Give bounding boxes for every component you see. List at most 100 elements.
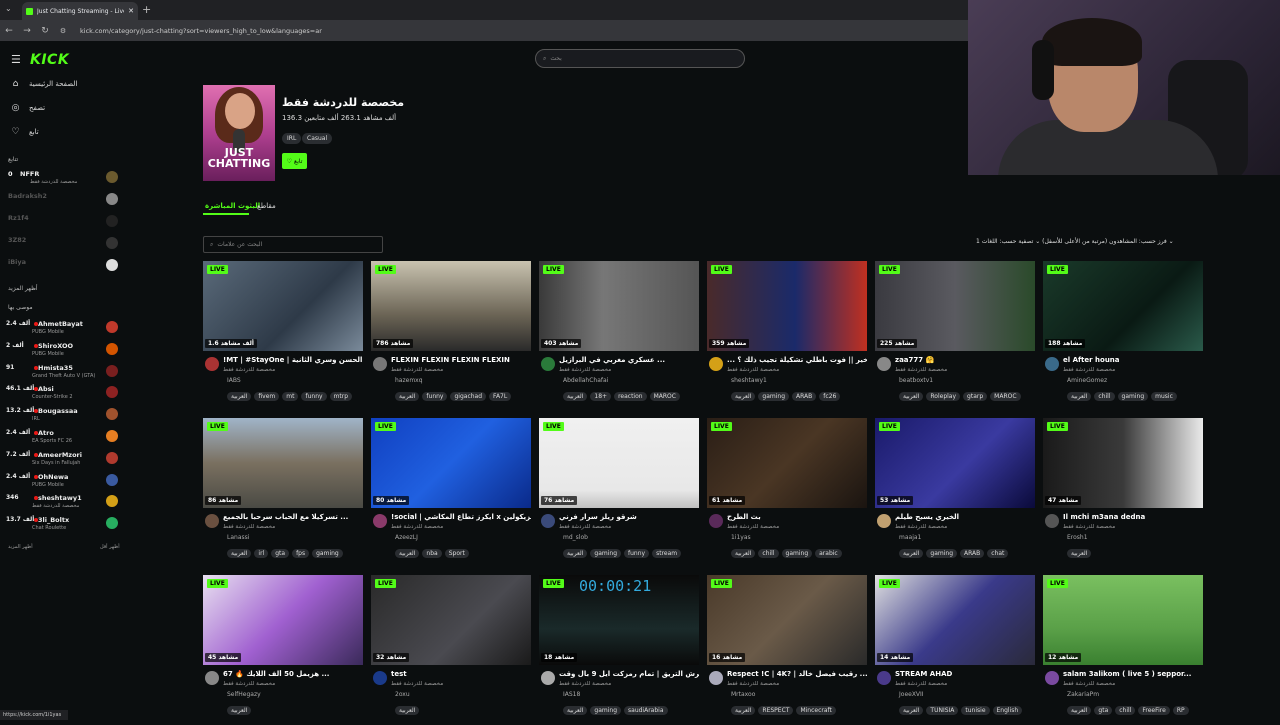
stream-category[interactable]: مخصصة للدردشة فقط (727, 367, 779, 373)
stream-thumbnail[interactable]: LIVE 80 مشاهد (371, 418, 531, 508)
stream-card[interactable]: LIVE 786 مشاهد FLEXIN FLEXIN FLEXIN FLEXIN… (371, 261, 531, 411)
stream-tag[interactable]: gaming (590, 706, 622, 715)
streamer-name[interactable]: AmineGomez (1067, 377, 1107, 384)
stream-thumbnail[interactable]: LIVE 12 مشاهد (1043, 575, 1203, 665)
stream-tag[interactable]: gaming (758, 392, 790, 401)
stream-card[interactable]: LIVE 32 مشاهد test مخصصة للدردشة فقط 2oxu الع… (371, 575, 531, 725)
stream-tag[interactable]: gaming (926, 549, 958, 558)
stream-category[interactable]: مخصصة للدردشة فقط (391, 367, 443, 373)
stream-tag[interactable]: fps (292, 549, 310, 558)
stream-tag[interactable]: irl (254, 549, 269, 558)
stream-tag[interactable]: العربية (1067, 706, 1092, 715)
url-field[interactable]: kick.com/category/just-chatting?sort=vie… (80, 27, 322, 35)
sidebar-recommended-channel[interactable]: 91 Hmista35 Grand Theft Auto V (GTA) (0, 362, 128, 382)
stream-tag[interactable]: chat (987, 549, 1009, 558)
sidebar-recommended-channel[interactable]: 2 ألف ShiroXOO PUBG Mobile (0, 340, 128, 360)
stream-thumbnail[interactable]: LIVE 86 مشاهد (203, 418, 363, 508)
stream-tag[interactable]: fc26 (819, 392, 841, 401)
stream-card[interactable]: LIVE 47 مشاهد Il mchi m3ana dedna مخصصة للد… (1043, 418, 1203, 568)
stream-tag[interactable]: fivem (254, 392, 280, 401)
tab-live[interactable]: البثوث المباشرة (205, 202, 260, 210)
nav-home[interactable]: ⌂ الصفحة الرئيسية (10, 79, 78, 89)
stream-title[interactable]: ‎!MT | #StayOne | الحسن وسري الثانية... (223, 356, 363, 364)
streamer-name[interactable]: JoeeXVII (899, 691, 924, 698)
stream-tag[interactable]: gaming (590, 549, 622, 558)
stream-title[interactable]: تسركيلا مع الحباب سرحبا بالجميع ... (223, 513, 363, 521)
stream-category[interactable]: مخصصة للدردشة فقط (559, 681, 611, 687)
stream-thumbnail[interactable]: LIVE 786 مشاهد (371, 261, 531, 351)
stream-tag[interactable]: العربية (227, 392, 252, 401)
streamer-avatar[interactable] (877, 357, 891, 371)
streamer-name[interactable]: beatboxtv1 (899, 377, 933, 384)
stream-card[interactable]: LIVE 359 مشاهد ... الاخير || فوت باطلي تشك… (707, 261, 867, 411)
back-icon[interactable]: ← (0, 26, 18, 36)
sidebar-channel[interactable]: iBiya (0, 256, 128, 276)
stream-card[interactable]: LIVE 45 مشاهد هزيمل 50 ألف اللايك 🔥 67 ...… (203, 575, 363, 725)
stream-tag[interactable]: العربية (563, 392, 588, 401)
streamer-name[interactable]: IABS (227, 377, 241, 384)
stream-tag[interactable]: gtarp (963, 392, 988, 401)
show-more-recommended[interactable]: أظهر المزيد (8, 544, 33, 550)
stream-tag[interactable]: العربية (731, 392, 756, 401)
stream-tag[interactable]: العربية (899, 549, 924, 558)
streamer-avatar[interactable] (373, 671, 387, 685)
stream-tag[interactable]: 18+ (590, 392, 612, 401)
stream-tag[interactable]: reaction (614, 392, 647, 401)
stream-tag[interactable]: RP (1172, 706, 1189, 715)
stream-tag[interactable]: gta (1094, 706, 1113, 715)
close-tab-icon[interactable]: ✕ (128, 7, 134, 15)
stream-tag[interactable]: العربية (1067, 549, 1092, 558)
sidebar-recommended-channel[interactable]: 7.2 ألف AmeerMzori Six Days in Fallujah (0, 449, 128, 469)
stream-tag[interactable]: nba (422, 549, 442, 558)
stream-category[interactable]: مخصصة للدردشة فقط (1063, 367, 1115, 373)
stream-tag[interactable]: ARAB (792, 392, 817, 401)
stream-tag[interactable]: chill (1094, 392, 1115, 401)
menu-icon[interactable]: ☰ (11, 53, 21, 66)
streamer-name[interactable]: AbdellahChafai (563, 377, 608, 384)
sidebar-channel[interactable]: Rz1f4 (0, 212, 128, 232)
stream-card[interactable]: LIVE 1.6 ألف مشاهد ‎!MT | #StayOne | الحسن… (203, 261, 363, 411)
streamer-avatar[interactable] (1045, 671, 1059, 685)
stream-tag[interactable]: MAROC (990, 392, 1021, 401)
sidebar-recommended-channel[interactable]: 46.1 ألف Absi Counter-Strike 2 (0, 383, 128, 403)
streamer-avatar[interactable] (709, 514, 723, 528)
stream-card[interactable]: LIVE 00:00:21 18 مشاهد ويرش التريق | تمام ر… (539, 575, 699, 725)
stream-title[interactable]: !social | ايكرز تطاع المكاشي x الزيكولين… (391, 513, 531, 521)
sidebar-recommended-channel[interactable]: 13.7 ألف 3li_Boltx Chat Roulette (0, 514, 128, 534)
stream-tag[interactable]: العربية (731, 706, 756, 715)
stream-tag[interactable]: ARAB (960, 549, 985, 558)
stream-tag[interactable]: Sport (444, 549, 469, 558)
stream-category[interactable]: مخصصة للدردشة فقط (223, 681, 275, 687)
follow-button[interactable]: ♡ تابع (282, 153, 307, 169)
stream-category[interactable]: مخصصة للدردشة فقط (391, 681, 443, 687)
stream-category[interactable]: مخصصة للدردشة فقط (559, 524, 611, 530)
streamer-name[interactable]: Erosh1 (1067, 534, 1088, 541)
stream-card[interactable]: LIVE 76 مشاهد شرقو ريلز سرار فرني مخصصة للد… (539, 418, 699, 568)
stream-tag[interactable]: Roleplay (926, 392, 961, 401)
stream-tag[interactable]: funny (422, 392, 448, 401)
stream-category[interactable]: مخصصة للدردشة فقط (1063, 524, 1115, 530)
tag-filter-input[interactable]: ⌕ البحث عن علامات (203, 236, 383, 253)
stream-thumbnail[interactable]: LIVE 32 مشاهد (371, 575, 531, 665)
stream-tag[interactable]: العربية (731, 549, 756, 558)
stream-card[interactable]: LIVE 86 مشاهد تسركيلا مع الحباب سرحبا بالج… (203, 418, 363, 568)
stream-category[interactable]: مخصصة للدردشة فقط (1063, 681, 1115, 687)
stream-card[interactable]: LIVE 16 مشاهد Respect !C | 4K? | رقيب فيصل… (707, 575, 867, 725)
stream-title[interactable]: zaa777 🤗 (895, 356, 1035, 364)
stream-tag[interactable]: العربية (563, 549, 588, 558)
streamer-name[interactable]: Lanassi (227, 534, 249, 541)
streamer-name[interactable]: hazemxq (395, 377, 423, 384)
sidebar-channel[interactable]: Badraksh2 (0, 190, 128, 210)
stream-category[interactable]: مخصصة للدردشة فقط (223, 367, 275, 373)
stream-tag[interactable]: gaming (781, 549, 813, 558)
stream-tag[interactable]: arabic (815, 549, 842, 558)
streamer-avatar[interactable] (541, 514, 555, 528)
streamer-name[interactable]: 1i1yas (731, 534, 751, 541)
stream-title[interactable]: عسكري مغربي في البرازيل ... (559, 356, 699, 364)
stream-category[interactable]: مخصصة للدردشة فقط (895, 524, 947, 530)
sidebar-recommended-channel[interactable]: 2.4 ألف Atro EA Sports FC 26 (0, 427, 128, 447)
stream-tag[interactable]: FreeFire (1138, 706, 1170, 715)
stream-tag[interactable]: العربية (1067, 392, 1092, 401)
stream-tag[interactable]: gigachad (450, 392, 487, 401)
stream-category[interactable]: مخصصة للدردشة فقط (727, 681, 779, 687)
